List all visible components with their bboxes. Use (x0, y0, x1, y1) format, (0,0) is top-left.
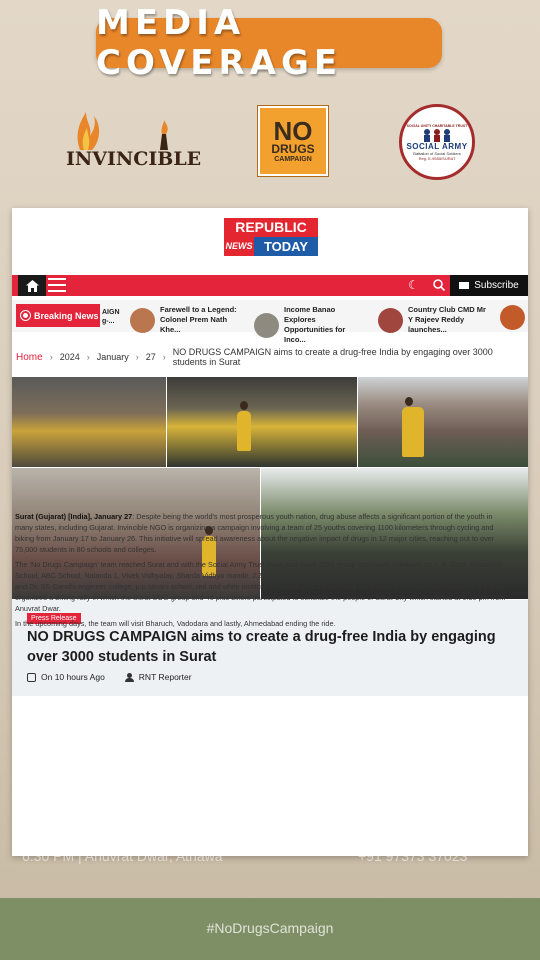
user-icon (124, 672, 134, 682)
article-paragraph: The 'No Drugs Campaign' team reached Sur… (15, 560, 506, 613)
calendar-icon (27, 672, 36, 682)
media-coverage-banner: MEDIA COVERAGE (96, 3, 442, 83)
article-meta: On 10 hours Ago RNT Reporter (27, 672, 192, 682)
article-dateline: Surat (Gujarat) [India], January 27 (15, 512, 133, 521)
breadcrumb: Home › 2024 › January › 27 › NO DRUGS CA… (16, 347, 528, 367)
breadcrumb-home[interactable]: Home (16, 352, 43, 363)
home-button[interactable] (18, 275, 46, 296)
faded-venue-text: 6:30 PM | Anuvrat Dwar, Athawa (22, 848, 223, 864)
breadcrumb-day[interactable]: 27 (146, 352, 156, 362)
ticker-item-text: Income Banao Explores Opportunities for … (284, 305, 346, 344)
site-logo-today: TODAY (254, 237, 318, 256)
article-date-text: On 10 hours Ago (41, 672, 105, 682)
chevron-right-icon: › (162, 352, 166, 362)
breadcrumb-month[interactable]: January (97, 352, 129, 362)
seminar-photo (167, 377, 357, 467)
main-navbar: ☾ Subscribe (12, 275, 528, 296)
ticker-item[interactable]: Country Club CMD Mr Y Rajeev Reddy launc… (378, 305, 490, 335)
social-army-reg: Reg. E-9555/SURAT (418, 155, 456, 161)
breadcrumb-current: NO DRUGS CAMPAIGN aims to create a drug-… (172, 347, 493, 367)
ticker-thumbnail (254, 312, 279, 338)
ticker-item-text: Country Club CMD Mr Y Rajeev Reddy launc… (408, 305, 486, 334)
article-date: On 10 hours Ago (27, 672, 105, 682)
ticker-item-text: Farewell to a Legend: Colonel Prem Nath … (160, 305, 237, 334)
breaking-news-label: Breaking News (16, 304, 100, 327)
live-dot-icon (20, 310, 31, 321)
home-icon (25, 279, 39, 292)
site-logo-top: REPUBLIC (224, 218, 318, 237)
ticker-fragment[interactable]: AIGN g-... (102, 308, 120, 326)
subscribe-label: Subscribe (474, 280, 519, 291)
no-drugs-campaign-logo: NO DRUGS CAMPAIGN (257, 105, 329, 177)
invincible-wordmark: INVINCIBLE (66, 148, 202, 170)
breaking-news-text: Breaking News (34, 310, 99, 321)
seminar-photo (12, 377, 166, 467)
breaking-news-ticker: Breaking News AIGN g-... Farewell to a L… (12, 300, 528, 344)
hashtag: #NoDrugsCampaign (206, 920, 334, 936)
chevron-right-icon: › (86, 352, 90, 362)
hamburger-menu-icon[interactable] (48, 278, 66, 293)
faded-event-details: 6:30 PM | Anuvrat Dwar, Athawa +91 97373… (0, 846, 540, 896)
banner-title: MEDIA COVERAGE (96, 3, 343, 83)
social-army-logo: SOCIAL UNITY CHARITABLE TRUST SOCIAL ARM… (399, 104, 475, 180)
soldiers-icon (424, 128, 450, 142)
breadcrumb-year[interactable]: 2024 (60, 352, 80, 362)
ticker-item[interactable]: Farewell to a Legend: Colonel Prem Nath … (130, 305, 242, 335)
site-logo-news: NEWS (224, 237, 254, 256)
article-headline: NO DRUGS CAMPAIGN aims to create a drug-… (27, 629, 496, 665)
subscribe-button[interactable]: Subscribe (450, 275, 528, 296)
chevron-right-icon: › (135, 352, 139, 362)
site-logo[interactable]: REPUBLIC NEWS TODAY (224, 218, 318, 258)
no-drugs-line3: CAMPAIGN (274, 155, 312, 163)
article-paragraph: In the upcoming days, the team will visi… (15, 619, 336, 628)
seminar-photo (358, 377, 528, 467)
social-army-name: SOCIAL ARMY (406, 141, 468, 151)
article-author[interactable]: RNT Reporter (124, 672, 192, 682)
article-paragraph: Surat (Gujarat) [India], January 27: Des… (15, 512, 495, 554)
no-drugs-line1: NO (273, 115, 313, 146)
no-drugs-line2: DRUGS (271, 141, 315, 156)
invincible-logo: INVINCIBLE (66, 104, 202, 182)
flame-icon (77, 112, 168, 150)
search-icon[interactable] (431, 277, 447, 293)
ticker-item[interactable] (500, 305, 525, 330)
ticker-thumbnail (130, 307, 155, 333)
chevron-right-icon: › (49, 352, 53, 362)
ticker-item[interactable]: Income Banao Explores Opportunities for … (254, 305, 366, 345)
envelope-icon (459, 282, 470, 289)
ticker-thumbnail (500, 305, 525, 330)
faded-phone-text: +91 97373 37023 (358, 848, 468, 864)
dark-mode-moon-icon[interactable]: ☾ (408, 278, 419, 292)
ticker-thumbnail (378, 307, 403, 333)
article-author-text: RNT Reporter (138, 672, 192, 682)
article-body: Surat (Gujarat) [India], January 27: Des… (15, 511, 507, 633)
